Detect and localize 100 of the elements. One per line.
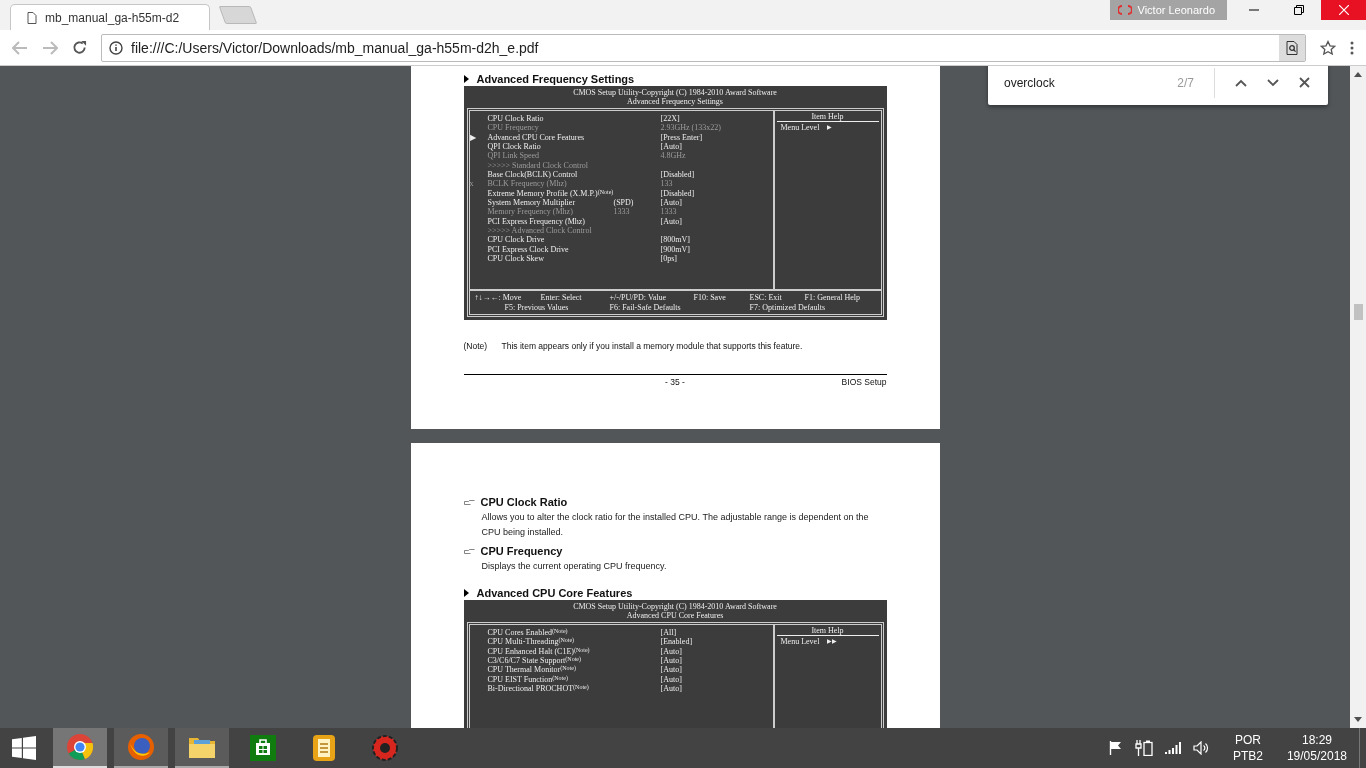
setting-label: CPU Clock Skew [487, 253, 545, 264]
setting-value: [Auto] [660, 665, 683, 675]
setting-label: Advanced CPU Core Features [487, 132, 586, 142]
key-hint: F7: Optimized Defaults [749, 303, 827, 313]
key-hint: ↑↓→←: Move [474, 293, 523, 303]
close-button[interactable] [1321, 0, 1366, 20]
key-hint: F5: Previous Values [503, 303, 570, 313]
input-language[interactable]: POR [1234, 732, 1261, 748]
key-hint: ESC: Exit [749, 293, 783, 303]
item-description: Displays the current operating CPU frequency. [480, 560, 668, 573]
setting-value: 4.8GHz [660, 151, 687, 161]
triangle-bullet-icon [463, 589, 469, 597]
bios-subtitle: Advanced CPU Core Features [625, 611, 725, 620]
help-title: Item Help [776, 112, 879, 122]
menu-level-label: Menu Level [780, 123, 820, 132]
footer-section: BIOS Setup [841, 377, 887, 387]
setting-label: PCI Express Clock Drive [487, 244, 570, 254]
item-heading: CPU Clock Ratio [480, 495, 568, 510]
section-heading: Advanced Frequency Settings [476, 73, 635, 85]
find-in-page-button[interactable] [1279, 34, 1305, 61]
notebook-icon [312, 734, 336, 762]
setting-label: CPU Cores Enabled$^{(Note)}$ [487, 628, 569, 637]
setting-value: 133 [660, 179, 674, 189]
speaker-icon[interactable] [1192, 741, 1209, 755]
key-hint: F1: General Help [804, 293, 862, 303]
clock-time[interactable]: 18:29 [1301, 732, 1332, 748]
setting-value: [Auto] [660, 646, 683, 656]
battery-plug-icon[interactable] [1134, 740, 1153, 756]
flame-globe-icon [127, 733, 155, 761]
setting-label: Bi-Directional PROCHOT$^{(Note)}$ [487, 683, 590, 694]
info-icon [109, 40, 123, 55]
folder-icon [188, 735, 216, 759]
browser-tab[interactable]: mb_manual_ga-h55m-d2 [10, 4, 210, 30]
setting-label: CPU Multi-Threading$^{(Note)}$ [487, 637, 576, 647]
setting-label: CPU Clock Ratio [487, 114, 545, 124]
setting-value: [0ps] [660, 253, 678, 264]
find-field[interactable]: overclock [1004, 75, 1158, 90]
setting-label: CPU Thermal Monitor$^{(Note)}$ [487, 665, 577, 675]
previous-match-icon[interactable] [1235, 78, 1247, 87]
setting-value: [All] [660, 628, 678, 638]
setting-label: Base Clock(BCLK) Control [487, 169, 579, 180]
bookmark-star-icon[interactable] [1320, 39, 1336, 56]
page-number: - 35 - [665, 377, 685, 387]
clock-date[interactable]: 19/05/2018 [1286, 748, 1347, 764]
setting-value: [Auto] [660, 656, 683, 666]
scroll-up-icon[interactable] [1354, 72, 1362, 77]
taskbar-app[interactable] [175, 728, 229, 768]
section-heading: Advanced CPU Core Features [476, 587, 633, 599]
setting-value: [22X] [660, 114, 681, 124]
setting-detail: (SPD) [613, 197, 635, 208]
setting-label: QPI Clock Ratio [487, 142, 542, 152]
setting-detail: 1333 [613, 207, 631, 217]
setting-label: C3/C6/C7 State Support$^{(Note)}$ [487, 656, 582, 666]
setting-value: [800mV] [660, 235, 691, 245]
address-bar[interactable]: file:///C:/Users/Victor/Downloads/mb_manual_ga-h55m-d2h_e.pdf [101, 33, 1306, 62]
key-hint: F6: Fail-Safe Defaults [609, 303, 682, 313]
menu-icon[interactable] [1350, 40, 1354, 55]
row-marker: x [469, 179, 474, 189]
scroll-thumb[interactable] [1353, 304, 1363, 320]
key-hint: F10: Save [693, 293, 727, 303]
key-hint: Enter: Select [540, 293, 583, 303]
shopping-bag-icon [249, 734, 277, 762]
key-hint: +/-/PU/PD: Value [609, 293, 668, 303]
pointing-hand-icon [463, 548, 475, 555]
setting-value: [900mV] [660, 244, 691, 254]
keyboard-layout[interactable]: PTB2 [1232, 748, 1263, 764]
setting-label: >>>>> Standard Clock Control [487, 160, 590, 170]
scrollbar[interactable] [1350, 66, 1366, 728]
setting-value: [Press Enter] [660, 132, 704, 142]
match-count: 2/7 [1177, 75, 1194, 90]
setting-label: Extreme Memory Profile (X.M.P.)$^{(Note)}$ [487, 188, 615, 198]
windows-icon [12, 736, 36, 760]
restore-icon [1293, 5, 1304, 15]
row-marker: ▶ [469, 132, 476, 142]
profile-icon [1117, 5, 1132, 15]
document-icon [27, 11, 37, 24]
close-icon [1338, 5, 1349, 15]
setting-value: [Auto] [660, 142, 683, 152]
flag-icon[interactable] [1108, 741, 1123, 755]
setting-label: System Memory Multiplier [487, 197, 576, 208]
menu-level-label: Menu Level [780, 637, 820, 646]
setting-label: CPU Clock Drive [487, 235, 546, 245]
bios-title: CMOS Setup Utility-Copyright (C) 1984-2010 Award Software [572, 88, 778, 97]
setting-label: >>>>> Advanced Clock Control [487, 225, 593, 236]
next-match-icon[interactable] [1267, 78, 1279, 87]
reload-icon[interactable] [72, 40, 87, 55]
note-label: (Note) [463, 341, 489, 351]
setting-label: CPU EIST Function$^{(Note)}$ [487, 674, 569, 684]
setting-value: 2.93GHz (133x22) [660, 123, 722, 133]
setting-value: [Disabled] [660, 188, 696, 198]
item-heading: CPU Frequency [480, 544, 563, 559]
setting-label: BCLK Frequency (Mhz) [487, 179, 568, 189]
bios-subtitle: Advanced Frequency Settings [626, 97, 724, 106]
setting-label: PCI Express Frequency (Mhz) [487, 216, 587, 226]
setting-value: 1333 [660, 207, 678, 217]
item-description: Allows you to alter the clock ratio for the installed CPU. The adjustable range is dependent on the CPU being installed. [480, 511, 870, 539]
close-icon[interactable] [1299, 77, 1310, 88]
scroll-down-icon[interactable] [1354, 717, 1362, 722]
document-search-icon [1286, 40, 1298, 55]
signal-bars-icon[interactable] [1164, 742, 1181, 754]
